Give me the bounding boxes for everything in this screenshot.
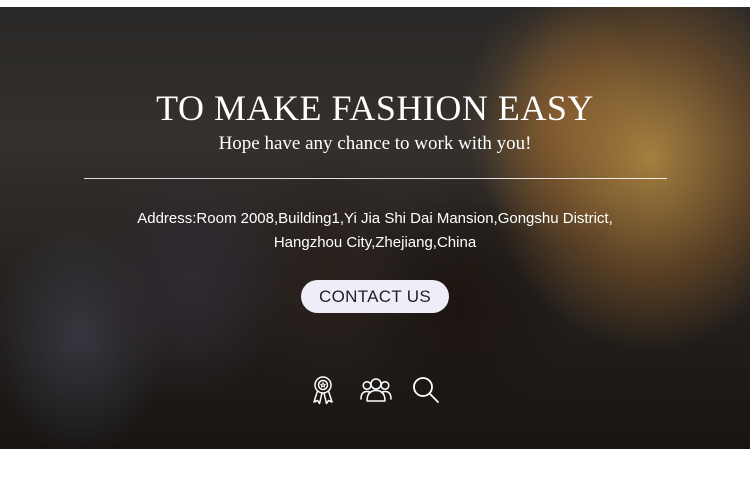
- contact-us-button[interactable]: CONTACT US: [301, 280, 449, 313]
- icon-row: [0, 373, 750, 407]
- hero-divider: [84, 178, 667, 179]
- address-line-2: Hangzhou City,Zhejiang,China: [273, 234, 477, 251]
- hero-headline: TO MAKE FASHION EASY: [156, 88, 594, 128]
- users-group-icon[interactable]: [359, 373, 393, 407]
- search-icon[interactable]: [409, 373, 443, 407]
- hero-content: TO MAKE FASHION EASY Hope have any chanc…: [0, 7, 750, 449]
- hero-banner: TO MAKE FASHION EASY Hope have any chanc…: [0, 7, 750, 449]
- hero-subline: Hope have any chance to work with you!: [218, 133, 532, 154]
- award-ribbon-icon[interactable]: [306, 373, 340, 407]
- address-line-1: Address:Room 2008,Building1,Yi Jia Shi D…: [137, 210, 613, 227]
- company-address: Address:Room 2008,Building1,Yi Jia Shi D…: [60, 207, 690, 255]
